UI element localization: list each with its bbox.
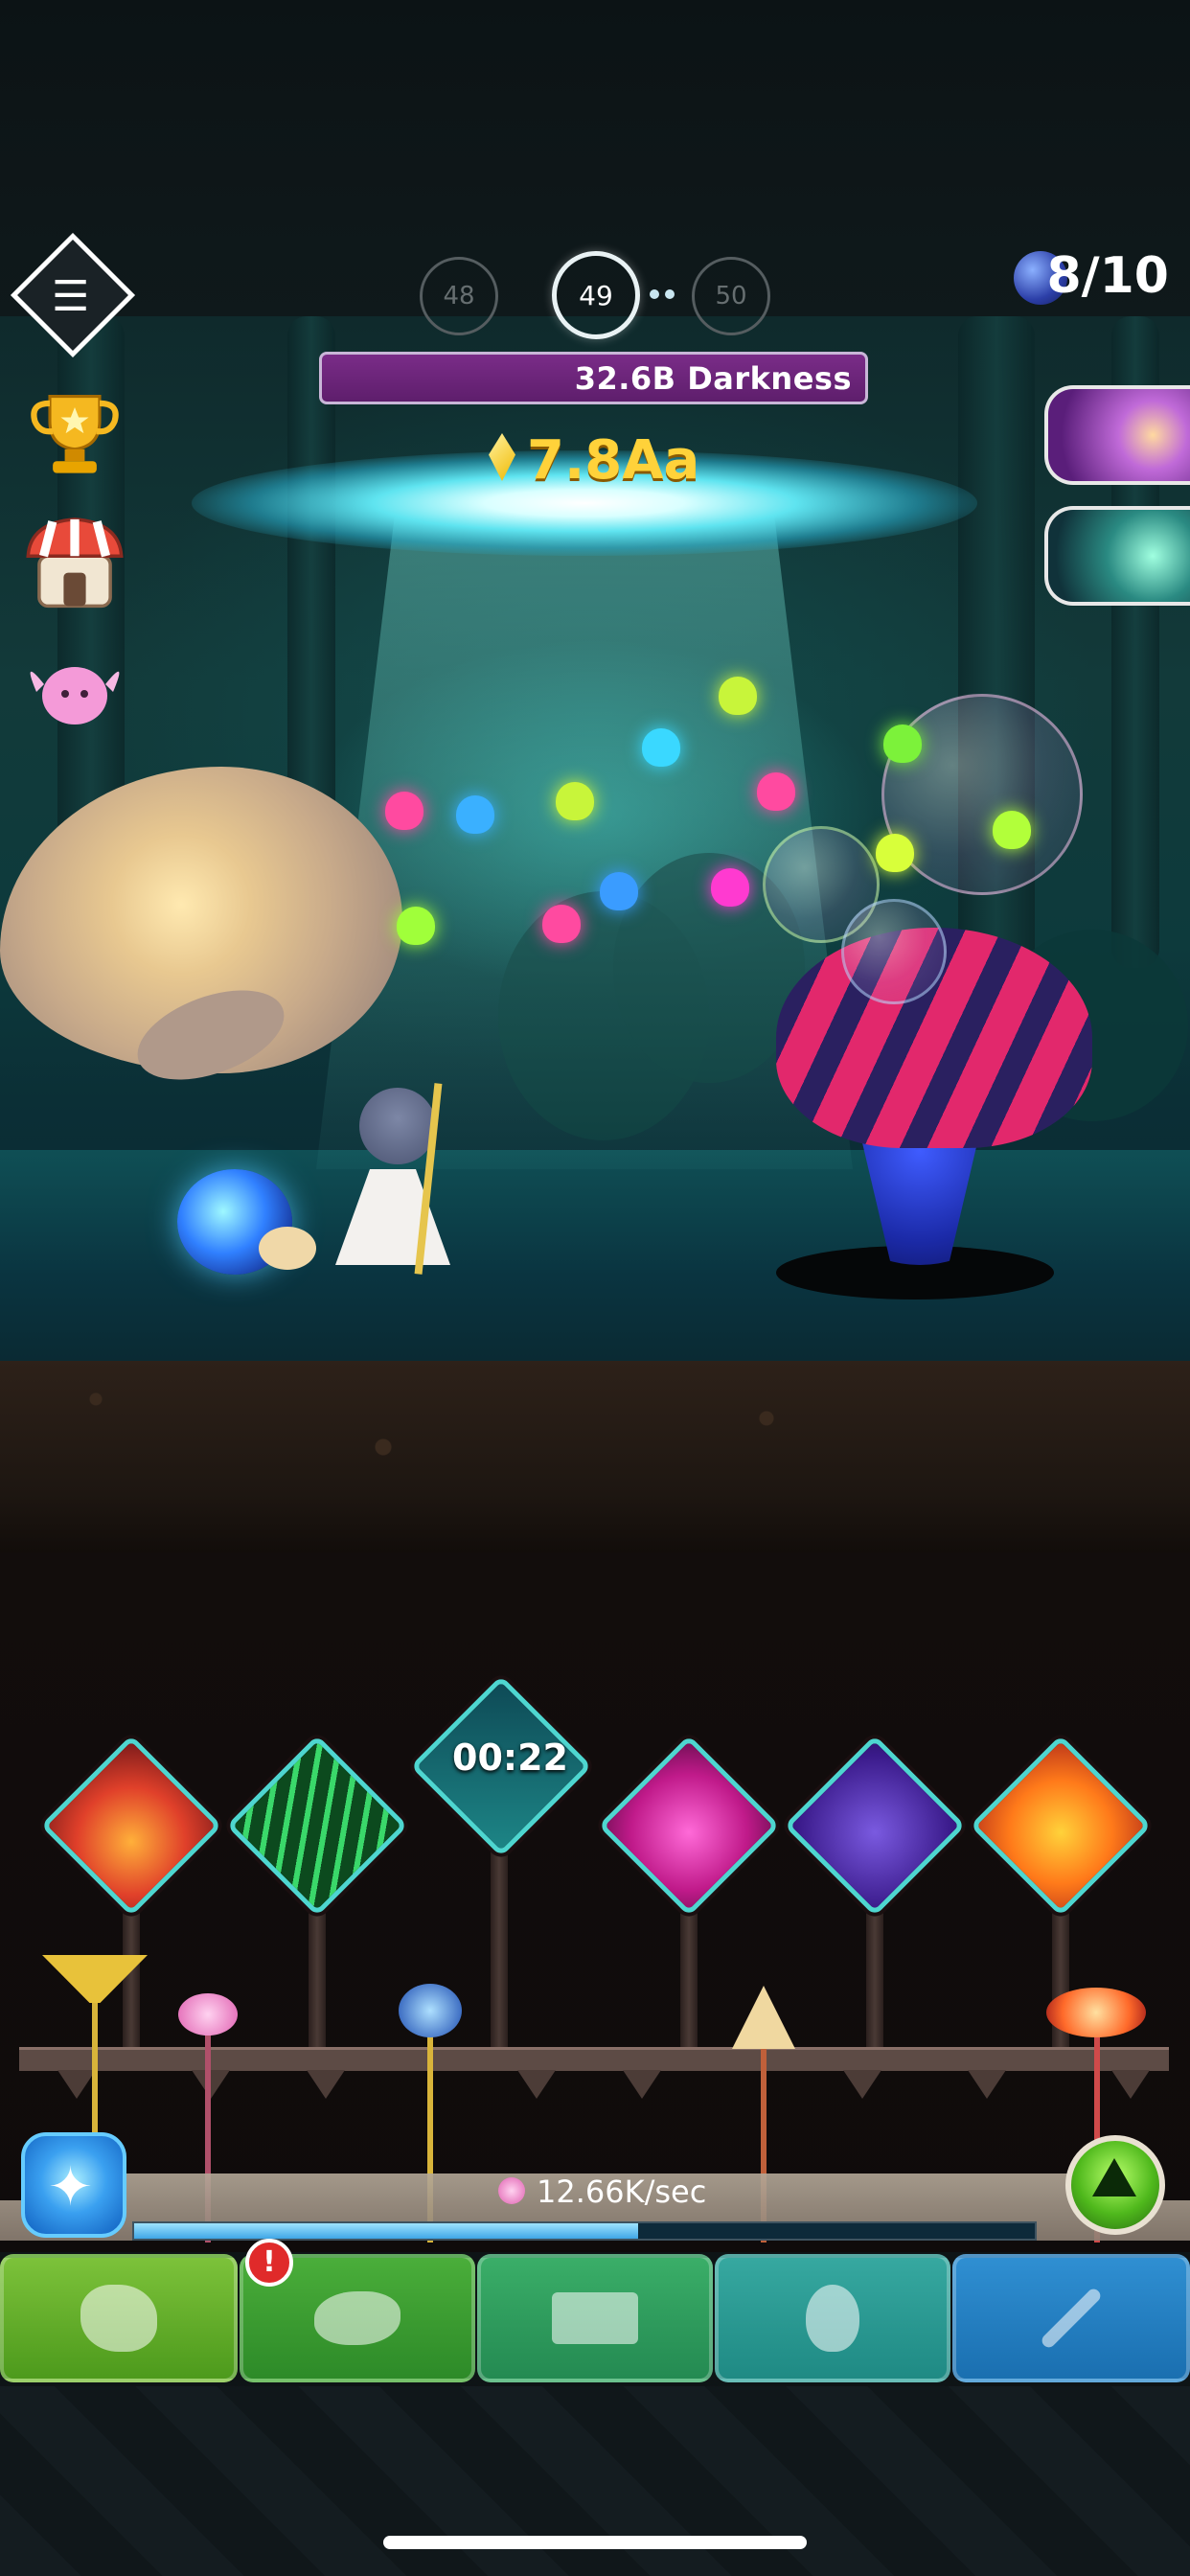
dirt-layer — [0, 1361, 1190, 1552]
spirit — [600, 872, 638, 910]
tab-fairy[interactable] — [0, 2254, 238, 2382]
staff-rack — [19, 2047, 1169, 2071]
stage-previous: 48 — [420, 257, 498, 335]
bubble — [881, 694, 1083, 895]
boss-health-label: 32.6B Darkness — [574, 360, 852, 397]
tree-trunk — [958, 316, 1035, 1006]
staff-blue-head — [399, 1984, 462, 2037]
spirit-rate-icon — [498, 2177, 525, 2204]
stage-next-boss: 50 — [692, 257, 770, 335]
wand-icon — [1039, 2286, 1104, 2351]
skill-post — [491, 1821, 508, 2051]
stage-dot — [650, 289, 659, 299]
tower-event-tab[interactable] — [1044, 385, 1190, 485]
boss-health-bar: 32.6B Darkness — [319, 352, 868, 404]
staff-pink-head — [178, 1993, 238, 2036]
whale-icon — [314, 2291, 400, 2345]
tab-spellbook[interactable] — [477, 2254, 713, 2382]
tab-wand[interactable] — [952, 2254, 1190, 2382]
stage-dot — [665, 289, 675, 299]
snail-pet-body — [259, 1227, 316, 1270]
spirit — [642, 728, 680, 767]
shop-icon[interactable] — [19, 506, 130, 617]
spirit — [456, 795, 494, 834]
orb-counter: 8/10 — [1046, 247, 1169, 305]
pet-tab-alert-badge: ! — [245, 2239, 293, 2287]
trophy-icon[interactable] — [25, 381, 125, 481]
seed-icon — [806, 2285, 859, 2352]
book-icon — [552, 2292, 638, 2344]
staff-red-head — [1046, 1988, 1146, 2037]
fairy-character — [359, 1088, 436, 1164]
progress-fill — [134, 2223, 639, 2239]
spirit — [556, 782, 594, 820]
gold-amount: 7.8Aa — [527, 429, 700, 492]
fairy-icon — [80, 2285, 157, 2352]
spirit — [876, 834, 914, 872]
spirit — [719, 677, 757, 715]
dragon-event-tab[interactable] — [1044, 506, 1190, 606]
spirit — [757, 772, 795, 811]
pet-icon[interactable] — [17, 636, 132, 742]
skill-cooldown-timer: 00:22 — [452, 1736, 568, 1779]
spirit — [883, 724, 922, 763]
home-indicator[interactable] — [383, 2536, 807, 2549]
bubble — [841, 899, 947, 1004]
light-beam — [316, 498, 853, 1169]
spirit — [385, 792, 423, 830]
lower-panel — [0, 1552, 1190, 2252]
menu-icon: ☰ — [52, 272, 90, 321]
spirit — [542, 905, 581, 943]
spirit — [711, 868, 749, 907]
stage-current: 49 — [552, 251, 640, 339]
spirit — [397, 907, 435, 945]
tab-seed[interactable] — [715, 2254, 950, 2382]
spirit — [993, 811, 1031, 849]
sparkle-icon: ✦ — [48, 2156, 93, 2219]
production-progress-bar — [132, 2221, 1037, 2241]
production-rate: 12.66K/sec — [537, 2174, 707, 2210]
